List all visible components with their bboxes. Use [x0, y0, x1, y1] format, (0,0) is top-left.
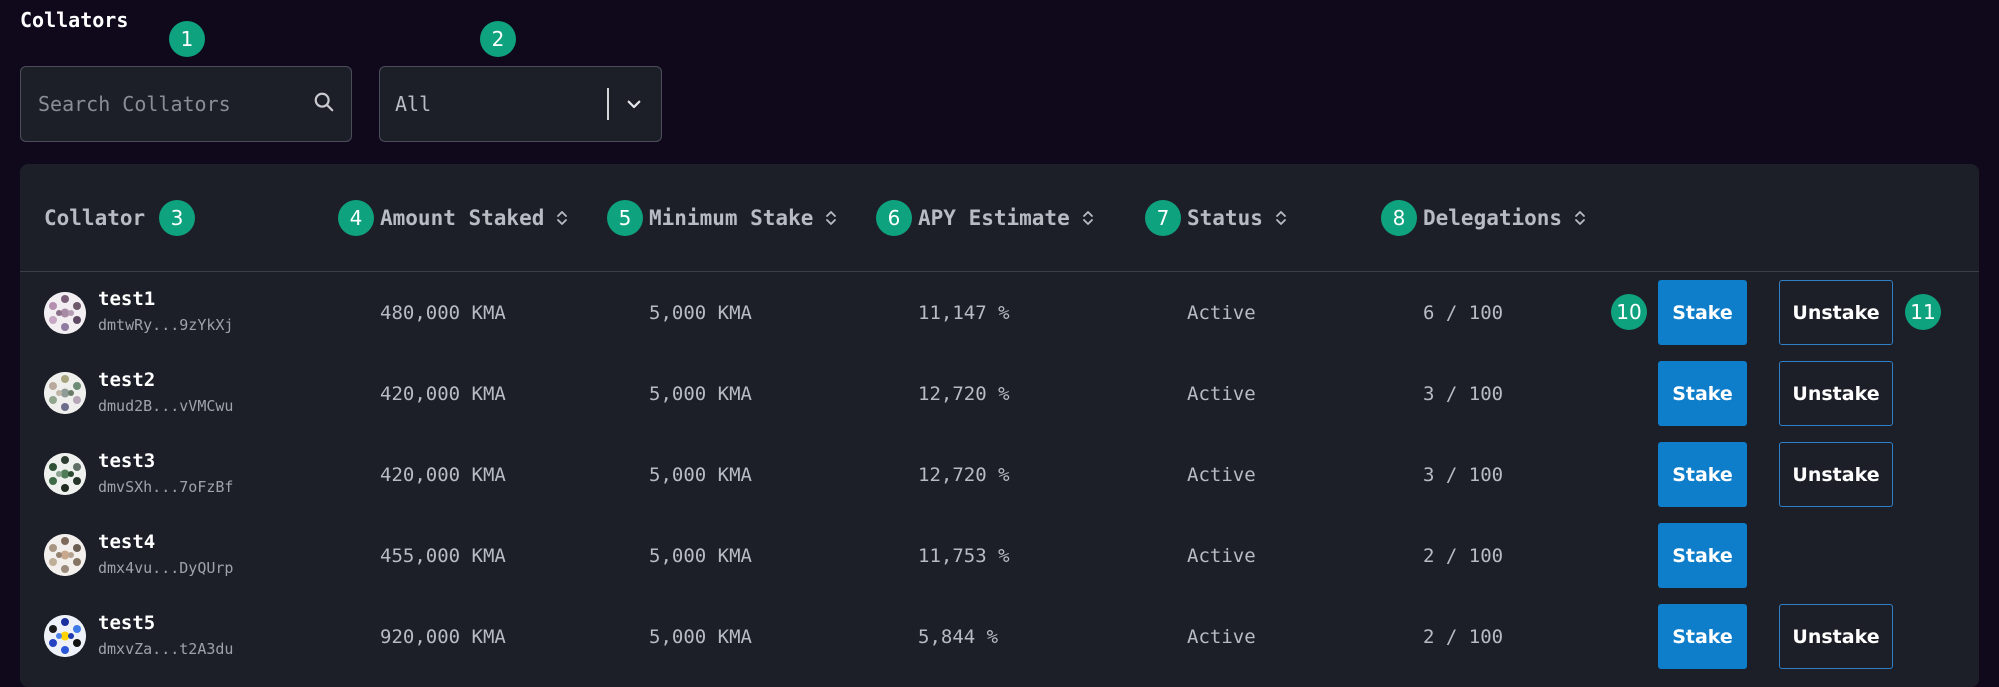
annotation-badge: 4 — [338, 200, 374, 236]
collator-avatar — [44, 534, 86, 576]
sort-icon[interactable] — [1574, 209, 1586, 227]
status-filter-value: All — [395, 92, 432, 116]
annotation-badge: 7 — [1145, 200, 1181, 236]
status: Active — [1187, 464, 1256, 486]
collator-address: dmxvZa...t2A3du — [98, 640, 234, 658]
column-header-collator: Collator — [44, 203, 145, 233]
minimum-stake: 5,000 KMA — [649, 302, 752, 324]
search-icon[interactable] — [313, 91, 335, 117]
column-header-apy-estimate[interactable]: APY Estimate — [918, 203, 1094, 233]
status-filter-select[interactable]: All — [379, 66, 662, 142]
table-row: test2 dmud2B...vVMCwu 420,000 KMA 5,000 … — [20, 353, 1979, 434]
stake-button[interactable]: Stake — [1658, 442, 1747, 507]
apy-estimate: 11,147 % — [918, 302, 1010, 324]
unstake-button[interactable]: Unstake — [1779, 442, 1893, 507]
column-header-delegations[interactable]: Delegations — [1423, 203, 1586, 233]
status: Active — [1187, 626, 1256, 648]
stake-button[interactable]: Stake — [1658, 361, 1747, 426]
unstake-button[interactable]: Unstake — [1779, 361, 1893, 426]
column-header-label: Amount Staked — [380, 206, 545, 230]
status: Active — [1187, 383, 1256, 405]
column-header-label: Minimum Stake — [649, 206, 814, 230]
page-title: Collators — [20, 8, 129, 32]
delegations: 3 / 100 — [1423, 383, 1504, 405]
sort-icon[interactable] — [1275, 209, 1287, 227]
amount-staked: 480,000 KMA — [380, 302, 506, 324]
chevron-down-icon[interactable] — [621, 91, 647, 117]
collator-name: test5 — [98, 612, 156, 634]
amount-staked: 455,000 KMA — [380, 545, 506, 567]
amount-staked: 420,000 KMA — [380, 383, 506, 405]
table-row: test1 dmtwRy...9zYkXj 480,000 KMA 5,000 … — [20, 272, 1979, 353]
column-header-label: Status — [1187, 206, 1263, 230]
collator-address: dmx4vu...DyQUrp — [98, 559, 234, 577]
collator-name: test1 — [98, 288, 156, 310]
column-header-amount-staked[interactable]: Amount Staked — [380, 203, 568, 233]
collators-page: Collators 1 2 All Collator Amount Staked — [0, 0, 1999, 687]
annotation-badge: 8 — [1381, 200, 1417, 236]
apy-estimate: 11,753 % — [918, 545, 1010, 567]
sort-icon[interactable] — [825, 209, 837, 227]
column-header-label: APY Estimate — [918, 206, 1070, 230]
annotation-badge: 11 — [1905, 294, 1941, 330]
column-header-label: Delegations — [1423, 206, 1563, 230]
delegations: 2 / 100 — [1423, 545, 1504, 567]
annotation-badge: 1 — [169, 21, 205, 57]
stake-button[interactable]: Stake — [1658, 604, 1747, 669]
collator-avatar — [44, 615, 86, 657]
minimum-stake: 5,000 KMA — [649, 545, 752, 567]
delegations: 3 / 100 — [1423, 464, 1504, 486]
annotation-badge: 3 — [159, 200, 195, 236]
collator-avatar — [44, 453, 86, 495]
minimum-stake: 5,000 KMA — [649, 464, 752, 486]
collator-address: dmtwRy...9zYkXj — [98, 316, 234, 334]
column-header-label: Collator — [44, 206, 146, 230]
status: Active — [1187, 302, 1256, 324]
sort-icon[interactable] — [1082, 209, 1094, 227]
delegations: 2 / 100 — [1423, 626, 1504, 648]
sort-icon[interactable] — [556, 209, 568, 227]
minimum-stake: 5,000 KMA — [649, 383, 752, 405]
collators-table: Collator Amount Staked Minimum Stake APY… — [20, 164, 1979, 687]
annotation-badge: 6 — [876, 200, 912, 236]
collator-avatar — [44, 292, 86, 334]
apy-estimate: 5,844 % — [918, 626, 999, 648]
collator-address: dmvSXh...7oFzBf — [98, 478, 234, 496]
amount-staked: 420,000 KMA — [380, 464, 506, 486]
amount-staked: 920,000 KMA — [380, 626, 506, 648]
stake-button[interactable]: Stake — [1658, 280, 1747, 345]
unstake-button[interactable]: Unstake — [1779, 604, 1893, 669]
status: Active — [1187, 545, 1256, 567]
apy-estimate: 12,720 % — [918, 383, 1010, 405]
unstake-button[interactable]: Unstake — [1779, 280, 1893, 345]
search-box[interactable] — [20, 66, 352, 142]
annotation-badge: 2 — [480, 21, 516, 57]
delegations: 6 / 100 — [1423, 302, 1504, 324]
apy-estimate: 12,720 % — [918, 464, 1010, 486]
collator-address: dmud2B...vVMCwu — [98, 397, 234, 415]
search-input[interactable] — [38, 92, 313, 116]
annotation-badge: 5 — [607, 200, 643, 236]
column-header-status[interactable]: Status — [1187, 203, 1287, 233]
table-row: test3 dmvSXh...7oFzBf 420,000 KMA 5,000 … — [20, 434, 1979, 515]
collator-name: test4 — [98, 531, 156, 553]
stake-button[interactable]: Stake — [1658, 523, 1747, 588]
minimum-stake: 5,000 KMA — [649, 626, 752, 648]
collator-name: test3 — [98, 450, 156, 472]
collator-avatar — [44, 372, 86, 414]
column-header-minimum-stake[interactable]: Minimum Stake — [649, 203, 837, 233]
table-row: test5 dmxvZa...t2A3du 920,000 KMA 5,000 … — [20, 596, 1979, 677]
collator-name: test2 — [98, 369, 156, 391]
select-divider — [607, 88, 609, 120]
annotation-badge: 10 — [1611, 294, 1647, 330]
table-row: test4 dmx4vu...DyQUrp 455,000 KMA 5,000 … — [20, 515, 1979, 596]
table-header: Collator Amount Staked Minimum Stake APY… — [20, 164, 1979, 272]
